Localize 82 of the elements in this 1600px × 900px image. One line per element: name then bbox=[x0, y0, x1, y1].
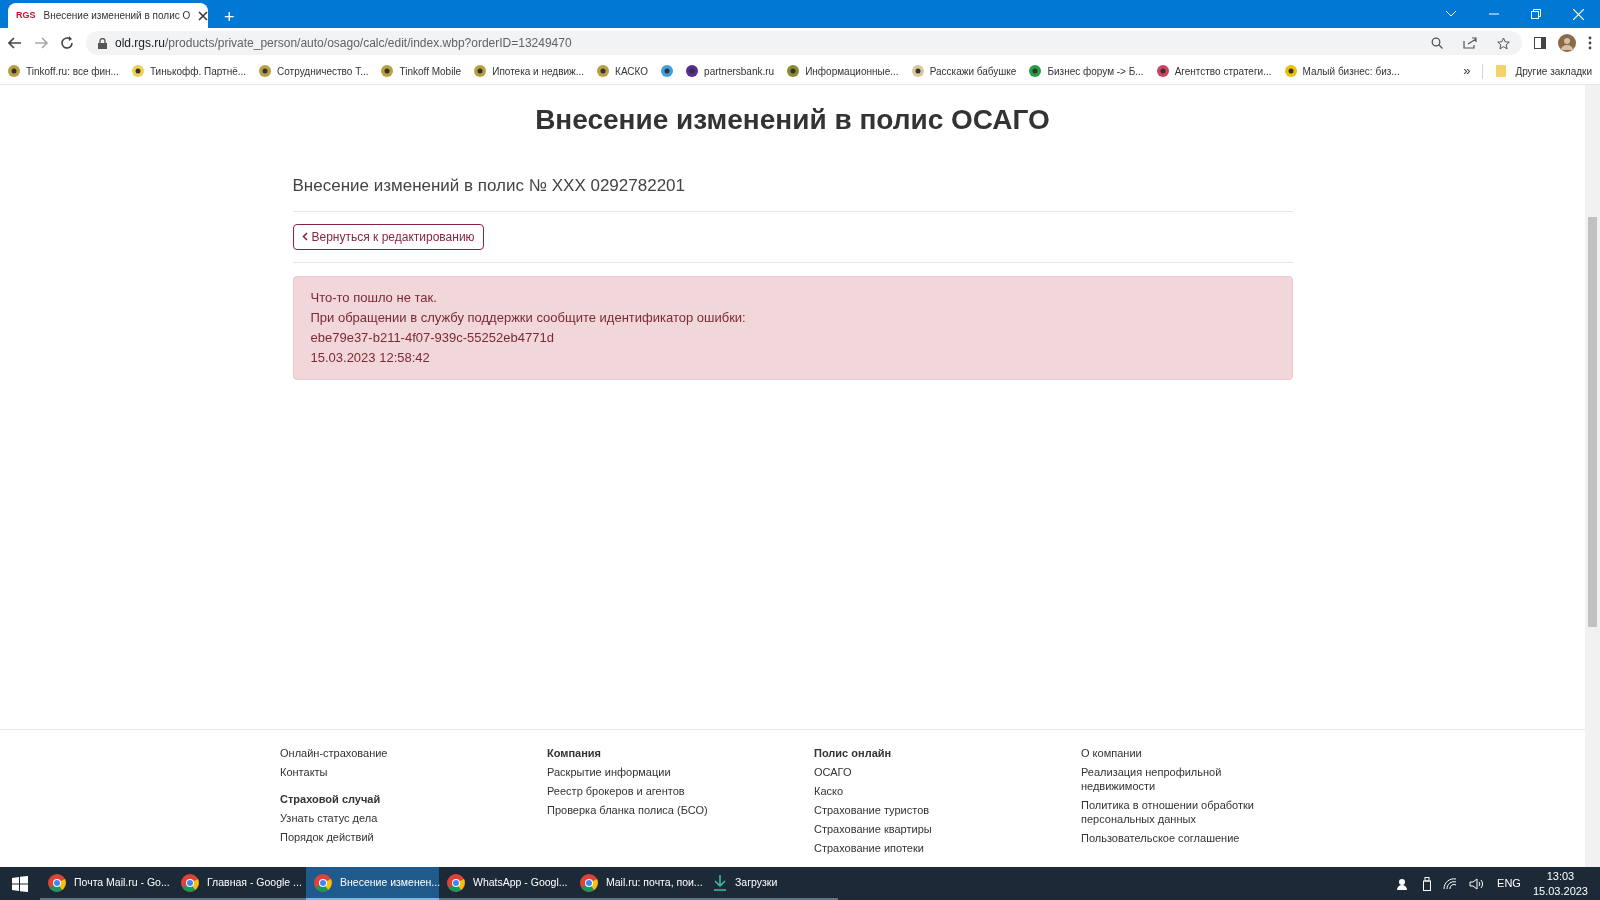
subtitle: Внесение изменений в полис № XXX 0292782201 bbox=[292, 173, 1293, 212]
browser-icon bbox=[48, 873, 66, 892]
bookmark-item[interactable]: КАСКО bbox=[597, 63, 649, 79]
favicon: RGS bbox=[16, 8, 36, 22]
clock-time[interactable]: 13:03 bbox=[1546, 868, 1575, 884]
bookmark-item[interactable]: Бизнес форум -> Б... bbox=[1029, 63, 1144, 79]
footer-link[interactable]: Политика в отношении обработки персональных данных bbox=[1081, 798, 1281, 826]
more-menu-icon[interactable] bbox=[1588, 36, 1592, 50]
error-text: При обращении в службу поддержки сообщите идентификатор ошибки: bbox=[310, 308, 747, 327]
footer-link[interactable]: ОСАГО bbox=[814, 765, 1014, 779]
browser-icon bbox=[314, 873, 332, 892]
bookmark-item[interactable]: Информационные... bbox=[787, 63, 899, 79]
back-button[interactable]: Вернуться к редактированию bbox=[292, 223, 484, 250]
volume-icon[interactable] bbox=[1469, 877, 1486, 890]
usb-drive-icon[interactable] bbox=[1423, 876, 1432, 891]
footer-link[interactable]: Страхование квартиры bbox=[814, 822, 1014, 836]
address-bar[interactable]: old.rgs.ru/products/private_person/auto/osago/calc/edit/index.wbp?orderID=13249470 bbox=[86, 31, 1522, 55]
bookmark-item[interactable]: Tinkoff Mobile bbox=[381, 63, 462, 79]
page-title: Внесение изменений в полис ОСАГО bbox=[534, 103, 1051, 137]
footer-link[interactable]: Проверка бланка полиса (БСО) bbox=[547, 803, 747, 817]
back-arrow-icon[interactable] bbox=[8, 37, 22, 49]
browser-icon bbox=[580, 873, 598, 892]
browser-icon bbox=[181, 873, 199, 892]
footer-link[interactable]: Реализация непрофильной недвижимости bbox=[1081, 765, 1281, 793]
error-text: ebe79e37-b211-4f07-939c-55252eb4771d bbox=[310, 328, 555, 347]
footer-link[interactable]: Онлайн-страхование bbox=[280, 746, 480, 760]
scrollbar[interactable] bbox=[1585, 85, 1600, 867]
footer-link[interactable]: Узнать статус дела bbox=[280, 811, 480, 825]
bookmark-item[interactable]: partnersbank.ru bbox=[686, 63, 775, 79]
bookmark-item[interactable]: Сотрудничество Т... bbox=[259, 63, 369, 79]
taskbar-button[interactable]: Загрузки bbox=[705, 867, 838, 900]
lock-icon bbox=[98, 37, 107, 49]
footer-link[interactable]: Пользовательское соглашение bbox=[1081, 831, 1281, 845]
side-panel-icon[interactable] bbox=[1534, 37, 1546, 49]
profile-avatar-icon[interactable] bbox=[1558, 34, 1576, 52]
language-indicator[interactable]: ENG bbox=[1497, 875, 1521, 892]
download-icon bbox=[713, 874, 727, 891]
bookmark-item[interactable]: Ипотека и недвиж... bbox=[474, 63, 585, 79]
footer-link[interactable]: Реестр брокеров и агентов bbox=[547, 784, 747, 798]
forward-arrow-icon bbox=[34, 37, 48, 49]
bookmark-item[interactable]: Тинькофф. Партнё... bbox=[131, 63, 247, 79]
bookmark-icon[interactable] bbox=[661, 65, 674, 77]
share-icon[interactable] bbox=[1463, 37, 1477, 49]
more-bookmarks-button[interactable]: » bbox=[1463, 61, 1471, 81]
chevron-left-icon bbox=[301, 232, 308, 241]
search-icon[interactable] bbox=[1431, 37, 1443, 49]
tab-title: Внесение изменений в полис О bbox=[43, 9, 191, 23]
close-icon[interactable] bbox=[198, 10, 209, 21]
bookmark-item[interactable]: Tinkoff.ru: все фин... bbox=[8, 63, 119, 79]
taskbar-button[interactable]: Mail.ru: почта, пои... bbox=[572, 867, 705, 900]
taskbar-button[interactable]: Внесение изменен... bbox=[306, 867, 439, 900]
error-text: 15.03.2023 12:58:42 bbox=[310, 348, 431, 367]
taskbar-button[interactable]: WhatsApp - Googl... bbox=[439, 867, 572, 900]
error-text: Что-то пошло не так. bbox=[310, 288, 438, 307]
folder-icon bbox=[1495, 65, 1508, 77]
scrollbar-thumb[interactable] bbox=[1588, 217, 1597, 627]
footer-heading: Компания bbox=[547, 746, 602, 760]
footer-link[interactable]: О компании bbox=[1081, 746, 1281, 760]
footer-link[interactable]: Страхование ипотеки bbox=[814, 841, 1014, 855]
browser-tab[interactable]: RGS Внесение изменений в полис О bbox=[8, 3, 208, 28]
footer-link[interactable]: Раскрытие информации bbox=[547, 765, 747, 779]
bookmark-item[interactable]: Расскажи бабушке bbox=[911, 63, 1017, 79]
other-bookmarks-folder[interactable]: Другие закладки bbox=[1482, 63, 1592, 79]
restore-icon[interactable] bbox=[1531, 9, 1541, 19]
taskbar-button[interactable]: Почта Mail.ru - Go... bbox=[40, 867, 173, 900]
browser-icon bbox=[447, 873, 465, 892]
bookmark-item[interactable]: Агентство стратеги... bbox=[1156, 63, 1272, 79]
footer-heading: Полис онлайн bbox=[814, 746, 893, 760]
bookmark-item[interactable]: Малый бизнес: биз... bbox=[1284, 63, 1400, 79]
footer-link[interactable]: Контакты bbox=[280, 765, 480, 779]
wifi-icon[interactable] bbox=[1443, 877, 1458, 890]
footer-link[interactable]: Каско bbox=[814, 784, 1014, 798]
reload-icon[interactable] bbox=[60, 36, 74, 50]
footer-link[interactable]: Порядок действий bbox=[280, 830, 480, 844]
footer-heading: Страховой случай bbox=[280, 792, 382, 806]
url-text: old.rgs.ru/products/private_person/auto/osago/calc/edit/index.wbp?orderID=13249470 bbox=[115, 35, 573, 52]
clock-date[interactable]: 15.03.2023 bbox=[1532, 883, 1588, 899]
footer-link[interactable]: Страхование туристов bbox=[814, 803, 1014, 817]
chevron-down-icon[interactable] bbox=[1445, 10, 1457, 18]
new-tab-button[interactable]: + bbox=[224, 8, 235, 26]
windows-start-icon[interactable] bbox=[12, 875, 28, 892]
star-icon[interactable] bbox=[1497, 36, 1510, 50]
